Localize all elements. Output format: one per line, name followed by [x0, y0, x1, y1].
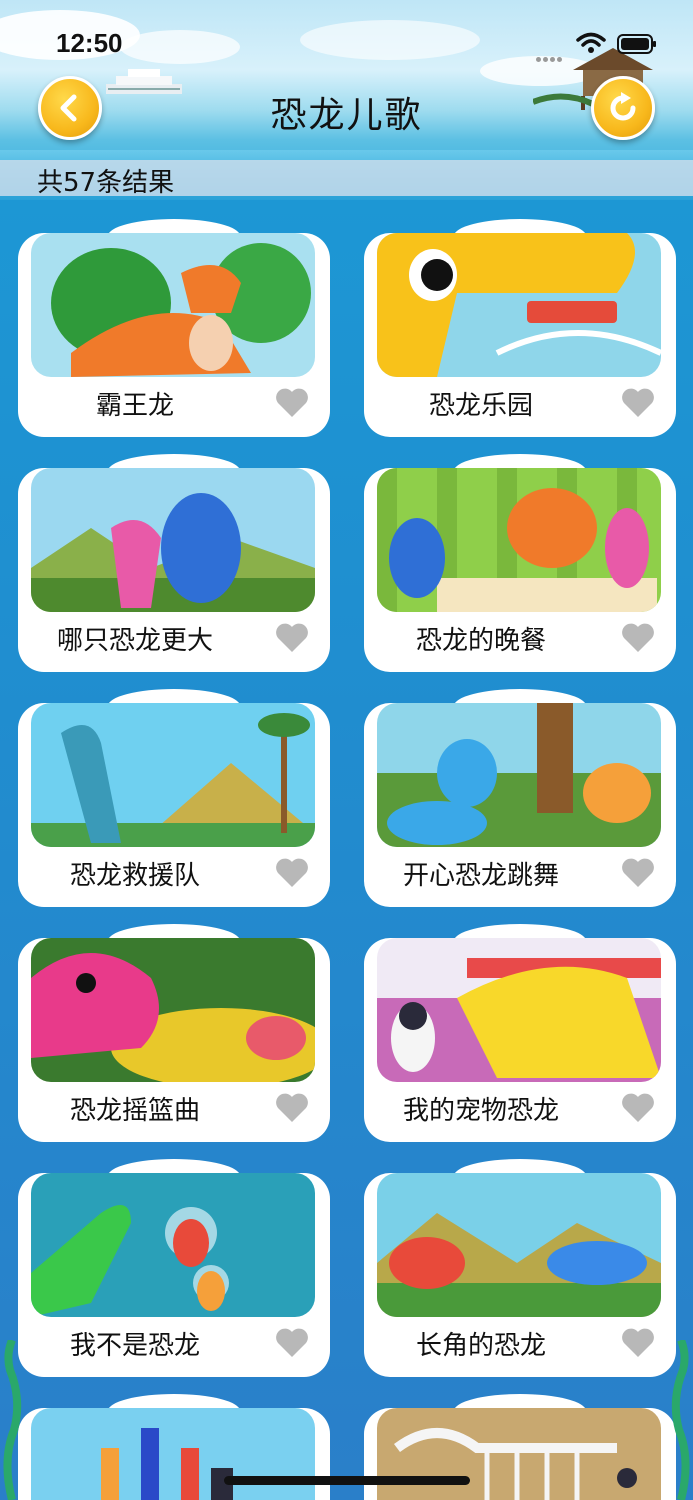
song-card[interactable]: 长角的恐龙 — [364, 1159, 676, 1377]
song-thumbnail[interactable] — [31, 1408, 315, 1500]
song-thumbnail[interactable] — [377, 703, 661, 847]
heart-icon[interactable] — [620, 1092, 656, 1124]
battery-icon — [617, 34, 656, 54]
song-card[interactable]: 恐龙摇篮曲 — [18, 924, 330, 1142]
song-thumbnail[interactable] — [377, 233, 661, 377]
heart-icon[interactable] — [274, 387, 310, 419]
song-thumbnail[interactable] — [31, 703, 315, 847]
song-thumbnail[interactable] — [31, 233, 315, 377]
song-title: 恐龙摇篮曲 — [69, 1096, 200, 1126]
song-thumbnail[interactable] — [31, 468, 315, 612]
heart-icon[interactable] — [620, 387, 656, 419]
song-card[interactable]: 我的宠物恐龙 — [364, 924, 676, 1142]
song-card[interactable] — [18, 1394, 330, 1500]
song-title: 哪只恐龙更大 — [56, 626, 213, 656]
result-count: 共57条结果 — [37, 168, 175, 198]
heart-icon[interactable] — [274, 1092, 310, 1124]
heart-icon[interactable] — [620, 857, 656, 889]
refresh-icon — [610, 92, 636, 121]
song-thumbnail[interactable] — [377, 1173, 661, 1317]
song-title: 恐龙的晚餐 — [415, 626, 546, 656]
song-thumbnail[interactable] — [31, 1173, 315, 1317]
wifi-icon — [576, 32, 606, 53]
song-title: 我的宠物恐龙 — [402, 1096, 559, 1126]
song-card[interactable]: 恐龙乐园 — [364, 219, 676, 437]
song-title: 开心恐龙跳舞 — [402, 861, 559, 891]
seaweed-decoration — [671, 1340, 690, 1500]
song-card[interactable]: 恐龙救援队 — [18, 689, 330, 907]
song-card[interactable]: 霸王龙 — [18, 219, 330, 437]
song-title: 霸王龙 — [95, 391, 174, 421]
cellular-signal-icon — [536, 47, 564, 66]
seaweed-decoration — [3, 1340, 22, 1500]
song-title: 恐龙救援队 — [69, 861, 200, 891]
heart-icon[interactable] — [620, 1327, 656, 1359]
song-thumbnail[interactable] — [377, 468, 661, 612]
refresh-button[interactable] — [591, 76, 655, 140]
song-thumbnail[interactable] — [31, 938, 315, 1082]
song-thumbnail[interactable] — [377, 938, 661, 1082]
song-card[interactable] — [364, 1394, 676, 1500]
status-bar: 12:50 — [0, 0, 693, 80]
song-title: 我不是恐龙 — [69, 1331, 200, 1361]
heart-icon[interactable] — [274, 857, 310, 889]
song-card[interactable]: 哪只恐龙更大 — [18, 454, 330, 672]
heart-icon[interactable] — [274, 1327, 310, 1359]
status-time: 12:50 — [56, 28, 123, 58]
song-title: 恐龙乐园 — [428, 391, 533, 421]
song-card[interactable]: 我不是恐龙 — [18, 1159, 330, 1377]
song-card[interactable]: 开心恐龙跳舞 — [364, 689, 676, 907]
home-indicator[interactable] — [224, 1476, 470, 1485]
heart-icon[interactable] — [620, 622, 656, 654]
heart-icon[interactable] — [274, 622, 310, 654]
song-thumbnail[interactable] — [377, 1408, 661, 1500]
song-card[interactable]: 恐龙的晚餐 — [364, 454, 676, 672]
page-title: 恐龙儿歌 — [270, 95, 423, 136]
song-title: 长角的恐龙 — [415, 1331, 546, 1361]
